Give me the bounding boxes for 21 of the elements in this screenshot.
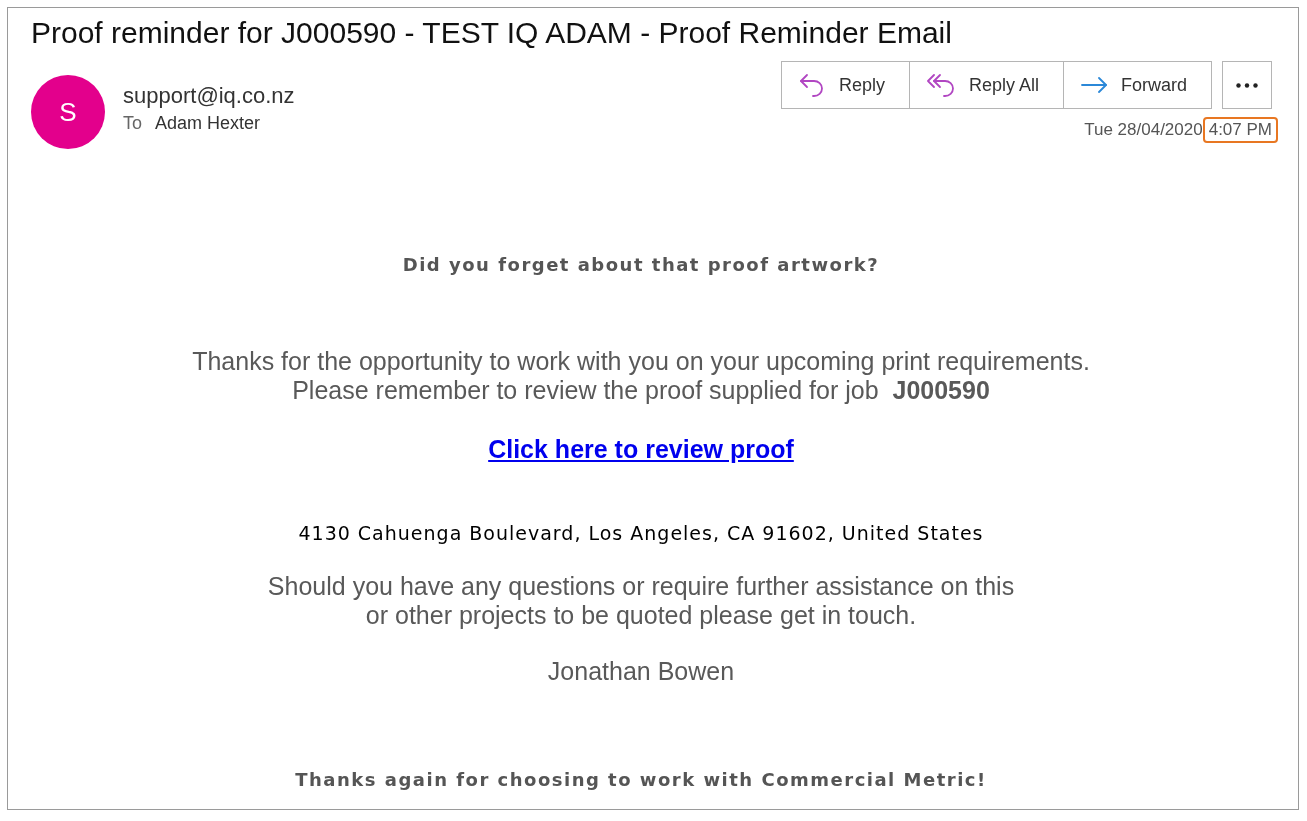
signature-name: Jonathan Bowen <box>547 657 735 686</box>
sender-address: support@iq.co.nz <box>123 83 295 109</box>
review-proof-link[interactable]: Click here to review proof <box>488 434 794 464</box>
closing-text: Should you have any questions or require further assistance on this <box>267 572 1015 601</box>
received-time: 4:07 PM <box>1202 117 1278 143</box>
more-dots-icon <box>1236 82 1258 88</box>
reply-arrow-icon <box>798 73 825 97</box>
right-arrow-icon <box>1081 77 1107 93</box>
closing-text: or other projects to be quoted please get in touch. <box>365 601 917 630</box>
company-address: 4130 Cahuenga Boulevard, Los Angeles, CA 91602, United States <box>298 522 984 544</box>
email-subject: Proof reminder for J000590 - TEST IQ ADAM - Proof Reminder Email <box>31 16 952 49</box>
intro-text: Thanks for the opportunity to work with you on your upcoming print requirements. <box>192 347 1090 376</box>
recipient-name: Adam Hexter <box>155 112 261 134</box>
avatar-initial: S <box>59 99 77 125</box>
email-heading: Did you forget about that proof artwork? <box>402 254 880 276</box>
reply-all-arrow-icon <box>926 73 955 97</box>
received-date: Tue 28/04/2020 <box>1084 119 1203 141</box>
recipient-label: To <box>123 112 142 134</box>
intro-text: Please remember to review the proof supplied for job J000590 <box>292 376 990 405</box>
more-button[interactable] <box>1222 61 1272 109</box>
footer-text: Thanks again for choosing to work with Commercial Metric! <box>295 769 987 791</box>
